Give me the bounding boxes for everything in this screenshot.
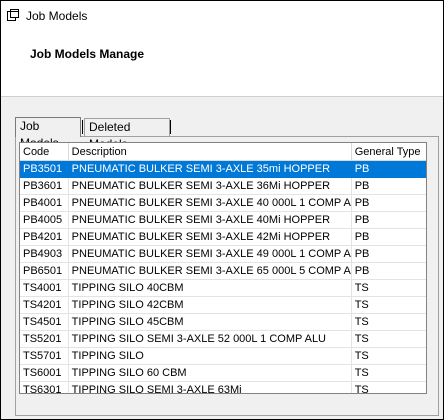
header-row: Code Description General Type [20,143,426,161]
cell-general-type: TS [351,313,426,331]
cell-code: TS4001 [20,279,69,297]
window-icon [7,9,19,21]
cell-description: TIPPING SILO 45CBM [68,313,352,331]
header-panel: Job Models Manage [1,31,443,97]
table-body: PB3501 PNEUMATIC BULKER SEMI 3-AXLE 35mi … [20,160,426,393]
table-row[interactable]: TS5701 TIPPING SILO TS [20,347,426,365]
tab-separator [170,120,171,134]
cell-description: PNEUMATIC BULKER SEMI 3-AXLE 49 000L 1 C… [68,245,352,263]
cell-code: PB6501 [20,262,69,280]
cell-general-type: PB [351,245,426,263]
cell-description: PNEUMATIC BULKER SEMI 3-AXLE 40Mi HOPPER [68,211,352,229]
cell-code: PB4201 [20,228,69,246]
page-title: Job Models Manage [30,47,145,61]
cell-general-type: TS [351,279,426,297]
table-row[interactable]: PB4201 PNEUMATIC BULKER SEMI 3-AXLE 42Mi … [20,228,426,246]
table-row[interactable]: TS4201 TIPPING SILO 42CBM TS [20,296,426,314]
cell-description: TIPPING SILO SEMI 3-AXLE 63Mi [68,381,352,393]
job-models-grid[interactable]: Code Description General Type PB3501 PNEU… [19,142,427,394]
table-row[interactable]: TS5201 TIPPING SILO SEMI 3-AXLE 52 000L 1… [20,330,426,348]
cell-code: TS4501 [20,313,69,331]
cell-general-type: PB [351,160,426,178]
table-row[interactable]: PB4005 PNEUMATIC BULKER SEMI 3-AXLE 40Mi … [20,211,426,229]
cell-description: PNEUMATIC BULKER SEMI 3-AXLE 36Mi HOPPER [68,177,352,195]
cell-general-type: TS [351,381,426,393]
cell-general-type: PB [351,262,426,280]
cell-description: TIPPING SILO 40CBM [68,279,352,297]
cell-code: PB4005 [20,211,69,229]
cell-code: TS5701 [20,347,69,365]
cell-general-type: TS [351,347,426,365]
table-row[interactable]: PB4903 PNEUMATIC BULKER SEMI 3-AXLE 49 00… [20,245,426,263]
tab-separator [82,120,83,134]
table-row[interactable]: TS6301 TIPPING SILO SEMI 3-AXLE 63Mi TS [20,381,426,393]
tab-job-models[interactable]: Job Models [15,117,81,150]
window-title: Job Models [26,9,88,23]
column-header-code[interactable]: Code [20,143,69,161]
cell-description: PNEUMATIC BULKER SEMI 3-AXLE 35mi HOPPER [68,160,352,178]
cell-description: TIPPING SILO 42CBM [68,296,352,314]
cell-description: PNEUMATIC BULKER SEMI 3-AXLE 42Mi HOPPER [68,228,352,246]
cell-description: TIPPING SILO [68,347,352,365]
cell-general-type: TS [351,364,426,382]
cell-code: TS4201 [20,296,69,314]
cell-general-type: PB [351,177,426,195]
table-row[interactable]: TS4501 TIPPING SILO 45CBM TS [20,313,426,331]
cell-code: PB3501 [20,160,69,178]
table-row[interactable]: PB3601 PNEUMATIC BULKER SEMI 3-AXLE 36Mi … [20,177,426,195]
table-row[interactable]: PB6501 PNEUMATIC BULKER SEMI 3-AXLE 65 00… [20,262,426,280]
cell-code: TS6001 [20,364,69,382]
table-row[interactable]: TS6001 TIPPING SILO 60 CBM TS [20,364,426,382]
table-row[interactable]: TS4001 TIPPING SILO 40CBM TS [20,279,426,297]
cell-general-type: TS [351,296,426,314]
table-row[interactable]: PB4001 PNEUMATIC BULKER SEMI 3-AXLE 40 00… [20,194,426,212]
column-header-description[interactable]: Description [68,143,352,161]
cell-description: PNEUMATIC BULKER SEMI 3-AXLE 40 000L 1 C… [68,194,352,212]
cell-code: PB4903 [20,245,69,263]
cell-code: PB4001 [20,194,69,212]
cell-general-type: TS [351,330,426,348]
cell-description: PNEUMATIC BULKER SEMI 3-AXLE 65 000L 5 C… [68,262,352,280]
cell-code: TS6301 [20,381,69,393]
table-row[interactable]: PB3501 PNEUMATIC BULKER SEMI 3-AXLE 35mi … [20,160,426,178]
cell-general-type: PB [351,211,426,229]
cell-code: PB3601 [20,177,69,195]
column-header-general-type[interactable]: General Type [351,143,426,161]
cell-description: TIPPING SILO SEMI 3-AXLE 52 000L 1 COMP … [68,330,352,348]
cell-code: TS5201 [20,330,69,348]
job-models-table: Code Description General Type PB3501 PNEU… [20,143,426,393]
cell-description: TIPPING SILO 60 CBM [68,364,352,382]
tab-deleted-models[interactable]: Deleted Models [84,118,170,151]
title-bar[interactable]: Job Models [1,1,443,31]
cell-general-type: PB [351,194,426,212]
cell-general-type: PB [351,228,426,246]
